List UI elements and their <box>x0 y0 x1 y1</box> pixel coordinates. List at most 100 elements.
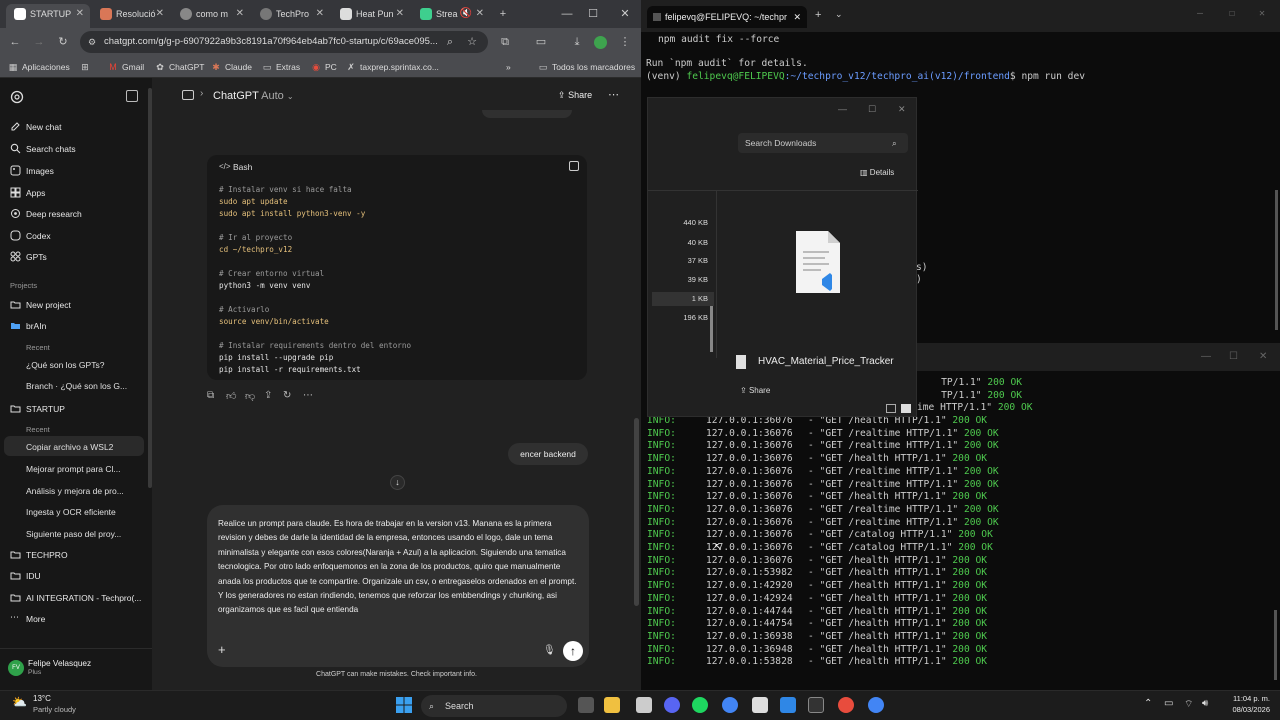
screen-icon[interactable]: ▭ <box>534 35 548 49</box>
maximize-icon[interactable]: ☐ <box>1229 8 1235 19</box>
sidebar-item-techpro[interactable]: TECHPRO <box>10 547 68 563</box>
microphone-icon[interactable]: 🎙︎ <box>543 645 556 656</box>
bookmark-grid[interactable]: ⊞ <box>80 56 94 78</box>
close-icon[interactable]: ✕ <box>476 4 484 24</box>
chrome-icon[interactable] <box>722 697 738 713</box>
sidebar-item-brain[interactable]: brAIn <box>10 318 46 334</box>
bookmarks-overflow[interactable]: » <box>506 56 511 78</box>
explorer-scrollbar[interactable] <box>710 306 713 352</box>
maximize-icon[interactable]: ☐ <box>586 7 600 21</box>
reload-icon[interactable]: ↻ <box>56 35 70 49</box>
regenerate-icon[interactable]: ↻ <box>283 390 291 401</box>
project-folder-icon[interactable] <box>182 90 194 100</box>
terminal-tab[interactable]: felipevq@FELIPEVQ: ~/techpr ✕ <box>647 6 807 28</box>
clock-date[interactable]: 08/03/2026 <box>1218 705 1270 714</box>
sidebar-item-idu[interactable]: IDU <box>10 568 41 584</box>
sidebar-item-search[interactable]: Search chats <box>10 141 76 157</box>
vscode-icon[interactable] <box>780 697 796 713</box>
address-bar[interactable]: ⚙ chatgpt.com/g/g-p-6907922a9b3c8191a70f… <box>80 31 488 53</box>
sidebar-item-new-chat[interactable]: New chat <box>10 119 61 135</box>
minimize-icon[interactable]: — <box>1197 8 1203 19</box>
spotify-icon[interactable] <box>692 697 708 713</box>
close-icon[interactable]: ✕ <box>396 4 404 24</box>
bookmark-chatgpt[interactable]: ✿ ChatGPT <box>155 56 204 78</box>
log-scrollbar[interactable] <box>1274 610 1277 680</box>
volume-icon[interactable]: 🔊︎ <box>1202 698 1208 709</box>
back-icon[interactable]: ← <box>8 35 22 49</box>
tab-streamlit[interactable]: Strea 🔇 ✕ <box>412 4 490 28</box>
sidebar-item-ai-integration[interactable]: AI INTEGRATION - Techpro(... <box>10 590 141 606</box>
new-tab-icon[interactable]: + <box>815 9 821 21</box>
wifi-icon[interactable]: ⌔ <box>1184 698 1193 711</box>
share-file-button[interactable]: ⇪ Share <box>740 386 770 395</box>
copy-icon[interactable] <box>569 161 579 171</box>
close-icon[interactable]: ✕ <box>76 4 84 24</box>
thumbs-down-icon[interactable]: 👎︎ <box>245 390 255 402</box>
file-size-selected[interactable]: 1 KB <box>652 292 714 306</box>
linux-icon[interactable] <box>752 697 768 713</box>
chrome-icon[interactable] <box>868 697 884 713</box>
file-explorer-icon[interactable] <box>604 697 620 713</box>
menu-icon[interactable]: ⋮ <box>618 35 632 49</box>
bookmark-claude[interactable]: ✱ Claude <box>211 56 252 78</box>
sidebar-item-images[interactable]: Images <box>10 163 54 179</box>
terminal-icon[interactable] <box>808 697 824 713</box>
close-window-icon[interactable]: ✕ <box>898 104 906 115</box>
tab-startup[interactable]: STARTUP ✕ <box>6 4 90 28</box>
close-icon[interactable]: ✕ <box>316 4 324 24</box>
maximize-icon[interactable]: ☐ <box>868 104 876 115</box>
close-window-icon[interactable]: ✕ <box>1259 351 1267 362</box>
share-icon[interactable]: ⇪ <box>264 390 272 401</box>
more-options-icon[interactable]: ⋯ <box>303 390 313 401</box>
tab-como[interactable]: como m ✕ <box>172 4 250 28</box>
openai-logo-icon[interactable] <box>10 90 24 104</box>
download-icon[interactable]: ⤓ <box>570 35 584 49</box>
app-icon[interactable] <box>838 697 854 713</box>
star-icon[interactable]: ☆ <box>466 35 478 49</box>
maximize-icon[interactable]: ☐ <box>1229 351 1238 362</box>
tiles-view-icon[interactable] <box>901 404 911 413</box>
forward-icon[interactable]: → <box>32 35 46 49</box>
sidebar-toggle-icon[interactable] <box>126 90 138 102</box>
profile-avatar[interactable] <box>594 36 607 49</box>
zoom-icon[interactable]: ⌕ <box>444 35 456 49</box>
minimize-icon[interactable]: — <box>1201 351 1211 362</box>
copy-icon[interactable]: ⧉ <box>207 390 214 401</box>
weather-icon[interactable]: ⛅ <box>12 695 28 711</box>
chevron-up-icon[interactable]: ⌃ <box>1144 698 1152 709</box>
sidebar-item-gpts[interactable]: GPTs <box>10 249 47 265</box>
bookmark-taxprep[interactable]: ✗ taxprep.sprintax.co... <box>346 56 439 78</box>
windows-start-icon[interactable] <box>396 697 412 713</box>
chat-item[interactable]: Siguiente paso del proy... <box>26 529 142 539</box>
tab-techpro[interactable]: TechPro ✕ <box>252 4 330 28</box>
user-name[interactable]: Felipe Velasquez <box>28 658 91 668</box>
chat-item[interactable]: ¿Qué son los GPTs? <box>26 360 142 370</box>
media-icon[interactable] <box>636 697 652 713</box>
mute-icon[interactable]: 🔇 <box>460 4 472 24</box>
close-window-icon[interactable]: ✕ <box>618 7 632 21</box>
list-view-icon[interactable] <box>886 404 896 413</box>
chat-item[interactable]: Ingesta y OCR eficiente <box>26 507 142 517</box>
more-options-icon[interactable]: ⋯ <box>608 88 619 101</box>
composer[interactable]: Realice un prompt para claude. Es hora d… <box>207 505 589 667</box>
bookmark-pc[interactable]: ◉ PC <box>311 56 337 78</box>
close-window-icon[interactable]: ✕ <box>1259 8 1265 19</box>
tab-resolucion[interactable]: Resolució ✕ <box>92 4 170 28</box>
extensions-icon[interactable]: ⧉ <box>498 35 512 49</box>
chat-item[interactable]: Análisis y mejora de pro... <box>26 486 142 496</box>
file-name[interactable]: HVAC_Material_Price_Tracker <box>758 356 894 367</box>
terminal-scrollbar[interactable] <box>1275 190 1278 330</box>
site-info-icon[interactable]: ⚙ <box>86 35 98 49</box>
task-view-icon[interactable] <box>578 697 594 713</box>
close-icon[interactable]: ✕ <box>793 6 801 28</box>
discord-icon[interactable] <box>664 697 680 713</box>
chat-item-active[interactable]: Copiar archivo a WSL2 <box>26 442 142 452</box>
sidebar-item-codex[interactable]: Codex <box>10 228 51 244</box>
sidebar-item-more[interactable]: ⋯ More <box>10 611 45 627</box>
minimize-icon[interactable]: — <box>838 104 847 114</box>
model-selector[interactable]: ChatGPT Auto ⌄ <box>213 90 294 102</box>
clock-time[interactable]: 11:04 p. m. <box>1218 694 1270 703</box>
bookmark-gmail[interactable]: M Gmail <box>108 56 144 78</box>
close-icon[interactable]: ✕ <box>236 4 244 24</box>
prompt-input[interactable]: Realice un prompt para claude. Es hora d… <box>218 517 578 618</box>
